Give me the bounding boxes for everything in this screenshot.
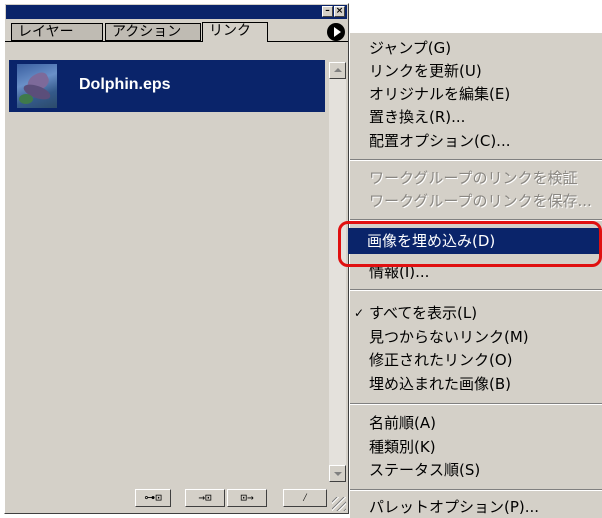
menu-item-replace[interactable]: 置き換え(R)... — [350, 106, 602, 128]
menu-item-sort-by-name[interactable]: 名前順(A) — [350, 412, 602, 434]
menu-item-save-workgroup-links: ワークグループのリンクを保存... — [369, 192, 592, 210]
menu-item-sort-by-status[interactable]: ステータス順(S) — [350, 459, 602, 481]
close-icon[interactable]: × — [334, 6, 345, 17]
menu-separator — [350, 403, 602, 405]
menu-item-placement-options[interactable]: 配置オプション(C)... — [350, 130, 602, 152]
menu-item-verify-workgroup-links: ワークグループのリンクを検証 — [369, 169, 578, 187]
menu-separator — [350, 489, 602, 491]
tab-divider — [5, 41, 348, 42]
menu-item-jump[interactable]: ジャンプ(G) — [350, 37, 602, 59]
menu-item-sort-by-kind[interactable]: 種類別(K) — [350, 436, 602, 458]
minimize-icon[interactable]: – — [322, 6, 333, 17]
palette-titlebar[interactable]: – × — [6, 5, 347, 19]
dolphin-thumbnail-icon — [17, 64, 57, 108]
link-filename: Dolphin.eps — [79, 76, 171, 93]
update-link-icon: ⊡→ — [240, 491, 254, 504]
menu-item-palette-options[interactable]: パレットオプション(P)... — [350, 496, 602, 518]
menu-separator — [350, 159, 602, 161]
resize-grip-icon[interactable] — [332, 497, 346, 511]
vertical-scrollbar[interactable] — [329, 62, 346, 482]
scroll-up-icon[interactable] — [329, 62, 346, 79]
checkmark-icon: ✓ — [354, 306, 365, 320]
relink-icon: ⊶⊡ — [144, 491, 162, 504]
menu-item-edit-original[interactable]: オリジナルを編集(E) — [350, 83, 602, 105]
go-to-link-button[interactable]: →⊡ — [185, 489, 225, 507]
tab-layers[interactable]: レイヤー — [11, 23, 103, 41]
menu-item-show-all[interactable]: ✓ すべてを表示(L) — [350, 302, 602, 324]
relink-button[interactable]: ⊶⊡ — [135, 489, 171, 507]
menu-item-embedded-images[interactable]: 埋め込まれた画像(B) — [350, 373, 602, 395]
menu-item-label: すべてを表示(L) — [369, 304, 478, 322]
go-to-link-icon: →⊡ — [198, 491, 212, 504]
menu-item-modified-links[interactable]: 修正されたリンク(O) — [350, 349, 602, 371]
links-list[interactable]: Dolphin.eps — [9, 60, 325, 483]
menu-item-missing-links[interactable]: 見つからないリンク(M) — [350, 326, 602, 348]
menu-separator — [350, 219, 602, 221]
links-palette: – × レイヤー アクション リンク Dolphin.eps ⊶⊡ →⊡ ⊡→ — [4, 3, 349, 514]
edit-original-button[interactable]: ⁄ — [283, 489, 327, 507]
edit-original-icon: ⁄ — [301, 491, 309, 504]
palette-flyout-menu: ジャンプ(G) リンクを更新(U) オリジナルを編集(E) 置き換え(R)...… — [348, 32, 602, 518]
tab-links[interactable]: リンク — [202, 22, 268, 42]
menu-item-update-link[interactable]: リンクを更新(U) — [350, 60, 602, 82]
menu-arrow-icon — [334, 27, 341, 37]
tab-actions[interactable]: アクション — [105, 23, 201, 41]
list-item[interactable]: Dolphin.eps — [9, 60, 325, 112]
menu-separator — [350, 289, 602, 291]
menu-item-embed-image[interactable]: 画像を埋め込み(D) — [348, 228, 600, 254]
palette-bottom-bar: ⊶⊡ →⊡ ⊡→ ⁄ — [9, 487, 346, 511]
update-link-button[interactable]: ⊡→ — [227, 489, 267, 507]
palette-tabs: レイヤー アクション リンク — [5, 20, 348, 42]
menu-item-info[interactable]: 情報(I)... — [350, 261, 602, 283]
palette-menu-button[interactable] — [327, 23, 345, 41]
scroll-down-icon[interactable] — [329, 465, 346, 482]
